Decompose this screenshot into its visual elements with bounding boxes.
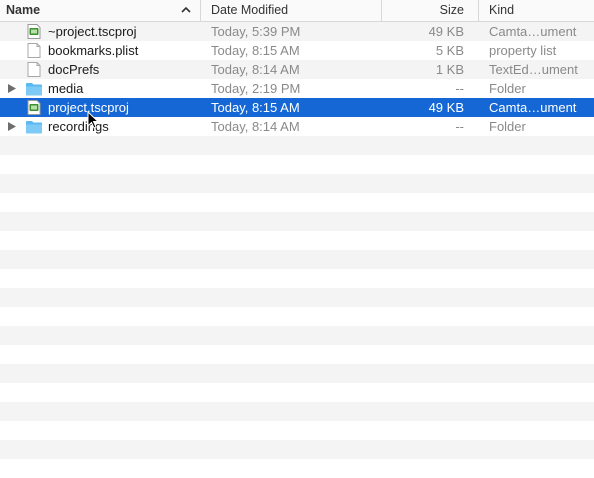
- file-row[interactable]: ~project.tscproj Today, 5:39 PM 49 KB Camta…: [0, 22, 594, 41]
- chevron-up-icon[interactable]: [180, 4, 192, 16]
- file-list: ~project.tscproj Today, 5:39 PM 49 KB Camta…: [0, 22, 594, 469]
- file-name: docPrefs: [48, 62, 100, 77]
- empty-row: [0, 250, 594, 269]
- empty-row: [0, 402, 594, 421]
- file-size: 5 KB: [435, 43, 464, 58]
- file-size: --: [455, 119, 464, 134]
- empty-row: [0, 345, 594, 364]
- empty-row: [0, 383, 594, 402]
- file-row[interactable]: bookmarks.plist Today, 8:15 AM 5 KB propert…: [0, 41, 594, 60]
- empty-row: [0, 440, 594, 459]
- empty-row: [0, 364, 594, 383]
- document-icon: [27, 62, 41, 77]
- column-header-name[interactable]: Name: [0, 0, 200, 21]
- disclosure-triangle-icon[interactable]: [8, 84, 16, 93]
- column-header-bar: Name Date Modified Size Kind: [0, 0, 594, 22]
- file-size: 1 KB: [435, 62, 464, 77]
- mouse-pointer-icon: [87, 111, 99, 129]
- column-header-size[interactable]: Size: [381, 0, 478, 21]
- camtasia-doc-icon: [27, 100, 41, 115]
- column-header-kind-label: Kind: [489, 3, 515, 17]
- file-date-modified: Today, 8:15 AM: [211, 100, 300, 115]
- folder-icon: [26, 83, 42, 96]
- empty-row: [0, 155, 594, 174]
- file-kind: Camta…ument: [489, 100, 577, 115]
- file-date-modified: Today, 8:14 AM: [211, 62, 300, 77]
- file-name: recordings: [48, 119, 109, 134]
- folder-icon: [26, 121, 42, 134]
- file-row[interactable]: media Today, 2:19 PM -- Folder: [0, 79, 594, 98]
- disclosure-triangle-icon[interactable]: [8, 122, 16, 131]
- file-date-modified: Today, 8:15 AM: [211, 43, 300, 58]
- file-date-modified: Today, 2:19 PM: [211, 81, 301, 96]
- empty-row: [0, 231, 594, 250]
- empty-row: [0, 288, 594, 307]
- file-kind: Folder: [489, 81, 526, 96]
- empty-row: [0, 307, 594, 326]
- empty-row: [0, 136, 594, 155]
- document-icon: [27, 43, 41, 58]
- empty-row: [0, 212, 594, 231]
- column-header-date[interactable]: Date Modified: [200, 0, 381, 21]
- file-size: --: [455, 81, 464, 96]
- file-kind: Folder: [489, 119, 526, 134]
- empty-row: [0, 174, 594, 193]
- empty-row: [0, 193, 594, 212]
- file-size: 49 KB: [428, 24, 464, 39]
- column-header-name-label: Name: [6, 3, 41, 17]
- column-header-date-label: Date Modified: [211, 3, 289, 17]
- file-kind: TextEd…ument: [489, 62, 578, 77]
- file-date-modified: Today, 8:14 AM: [211, 119, 300, 134]
- file-date-modified: Today, 5:39 PM: [211, 24, 301, 39]
- file-size: 49 KB: [428, 100, 464, 115]
- file-kind: Camta…ument: [489, 24, 577, 39]
- file-name: project.tscproj: [48, 100, 129, 115]
- file-row[interactable]: docPrefs Today, 8:14 AM 1 KB TextEd…ument: [0, 60, 594, 79]
- empty-row: [0, 269, 594, 288]
- file-kind: property list: [489, 43, 557, 58]
- file-name: ~project.tscproj: [48, 24, 137, 39]
- empty-row: [0, 326, 594, 345]
- column-header-kind[interactable]: Kind: [478, 0, 594, 21]
- column-header-size-label: Size: [439, 3, 464, 17]
- camtasia-doc-icon: [27, 24, 41, 39]
- file-name: media: [48, 81, 84, 96]
- empty-row: [0, 421, 594, 440]
- file-name: bookmarks.plist: [48, 43, 139, 58]
